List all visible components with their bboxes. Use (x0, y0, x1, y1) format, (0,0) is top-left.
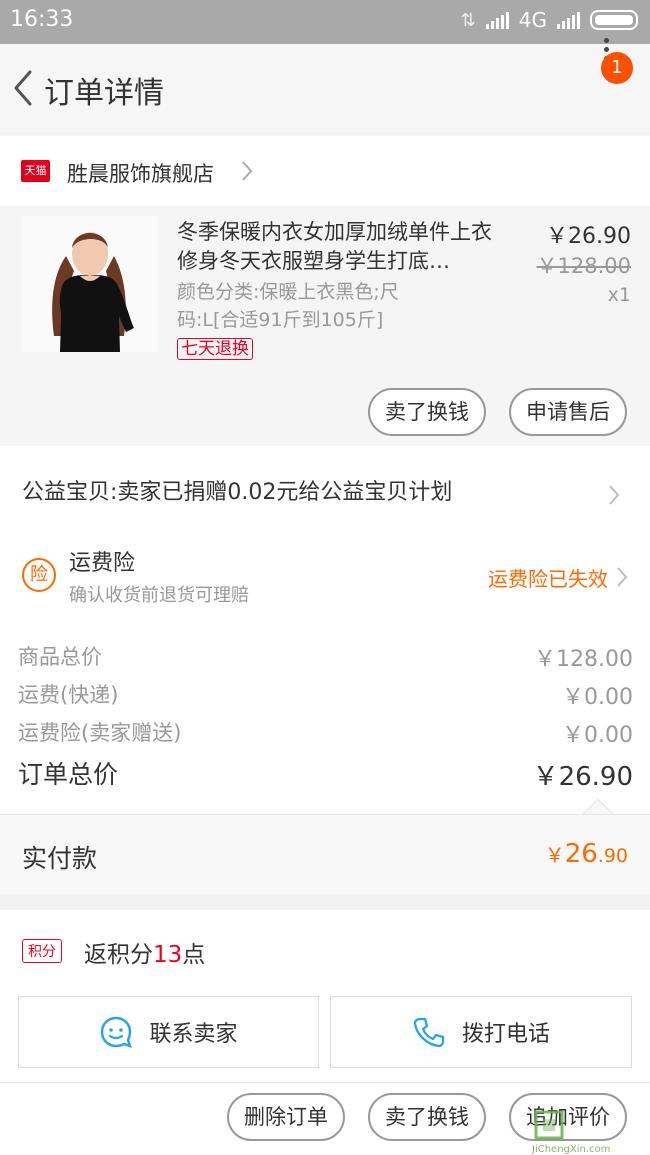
shipping-insurance-label: 运费险(卖家赠送) (18, 721, 182, 745)
shop-name: 胜晨服饰旗舰店 (67, 162, 214, 186)
points-badge: 积分 (22, 939, 62, 963)
return-policy-tag: 七天退换 (177, 338, 253, 360)
product-photo-icon (22, 216, 158, 352)
chevron-right-icon (242, 161, 253, 181)
contact-seller-label: 联系卖家 (149, 1022, 238, 1047)
watermark-text: JiChengXin.com (531, 1144, 610, 1155)
back-arrow-icon[interactable] (8, 66, 44, 110)
shipping-insurance-value: ￥0.00 (562, 723, 633, 748)
status-time: 16:33 (10, 7, 74, 32)
item-quantity: x1 (607, 284, 631, 306)
order-total-value: ￥26.90 (532, 762, 633, 792)
product-image[interactable] (22, 216, 158, 352)
insurance-subtitle: 确认收货前退货可理赔 (69, 585, 249, 606)
status-bar: 16:33 ⇅ 4G (0, 0, 650, 44)
item-price: ￥26.90 (546, 224, 631, 249)
after-sale-button[interactable]: 申请售后 (509, 388, 627, 436)
shipping-label: 运费(快递) (18, 683, 119, 707)
paid-label: 实付款 (22, 844, 98, 873)
payment-row: 实付款 ￥26.90 (0, 814, 650, 894)
chevron-right-icon[interactable] (614, 564, 630, 590)
resell-bottom-button[interactable]: 卖了换钱 (368, 1093, 486, 1141)
goods-total-label: 商品总价 (18, 645, 102, 669)
contact-seller-button[interactable]: 联系卖家 (18, 996, 319, 1068)
insurance-icon: 险 (22, 558, 56, 592)
battery-icon (590, 10, 638, 30)
shipping-value: ￥0.00 (562, 685, 633, 710)
charity-text[interactable]: 公益宝贝:卖家已捐赠0.02元给公益宝贝计划 (22, 474, 452, 506)
network-type: 4G (518, 8, 547, 32)
nav-bar: 订单详情 (0, 44, 650, 132)
page-title: 订单详情 (44, 76, 164, 111)
notification-badge: 1 (601, 52, 633, 84)
resell-button[interactable]: 卖了换钱 (368, 388, 486, 436)
product-title[interactable]: 冬季保暖内衣女加厚加绒单件上衣修身冬天衣服塑身学生打底… (177, 218, 495, 276)
goods-total-value: ￥128.00 (534, 647, 633, 672)
item-original-price: ￥128.00 (536, 254, 631, 278)
product-sku: 颜色分类:保暖上衣黑色;尺码:L[合适91斤到105斤] (177, 281, 399, 331)
delete-order-button[interactable]: 删除订单 (227, 1093, 345, 1141)
signal-icon (485, 11, 509, 29)
insurance-title: 运费险 (69, 551, 136, 576)
watermark-logo-icon: JiChengXin.com (531, 1110, 610, 1155)
tmall-logo-icon: 天猫 (21, 160, 50, 182)
shop-header[interactable]: 天猫 胜晨服饰旗舰店 (0, 136, 650, 206)
data-transfer-icon: ⇅ (460, 9, 476, 31)
status-icons: ⇅ 4G (461, 8, 638, 32)
signal-icon-2 (557, 11, 580, 29)
paid-amount: ￥26.90 (544, 839, 628, 869)
phone-icon (413, 1017, 445, 1048)
chevron-right-icon[interactable] (606, 482, 622, 508)
chat-bubble-icon (101, 1016, 133, 1048)
points-text: 返积分13点 (84, 942, 206, 968)
insurance-status[interactable]: 运费险已失效 (488, 563, 608, 592)
order-total-label: 订单总价 (18, 760, 119, 789)
call-phone-label: 拨打电话 (461, 1022, 550, 1047)
call-phone-button[interactable]: 拨打电话 (330, 996, 632, 1068)
